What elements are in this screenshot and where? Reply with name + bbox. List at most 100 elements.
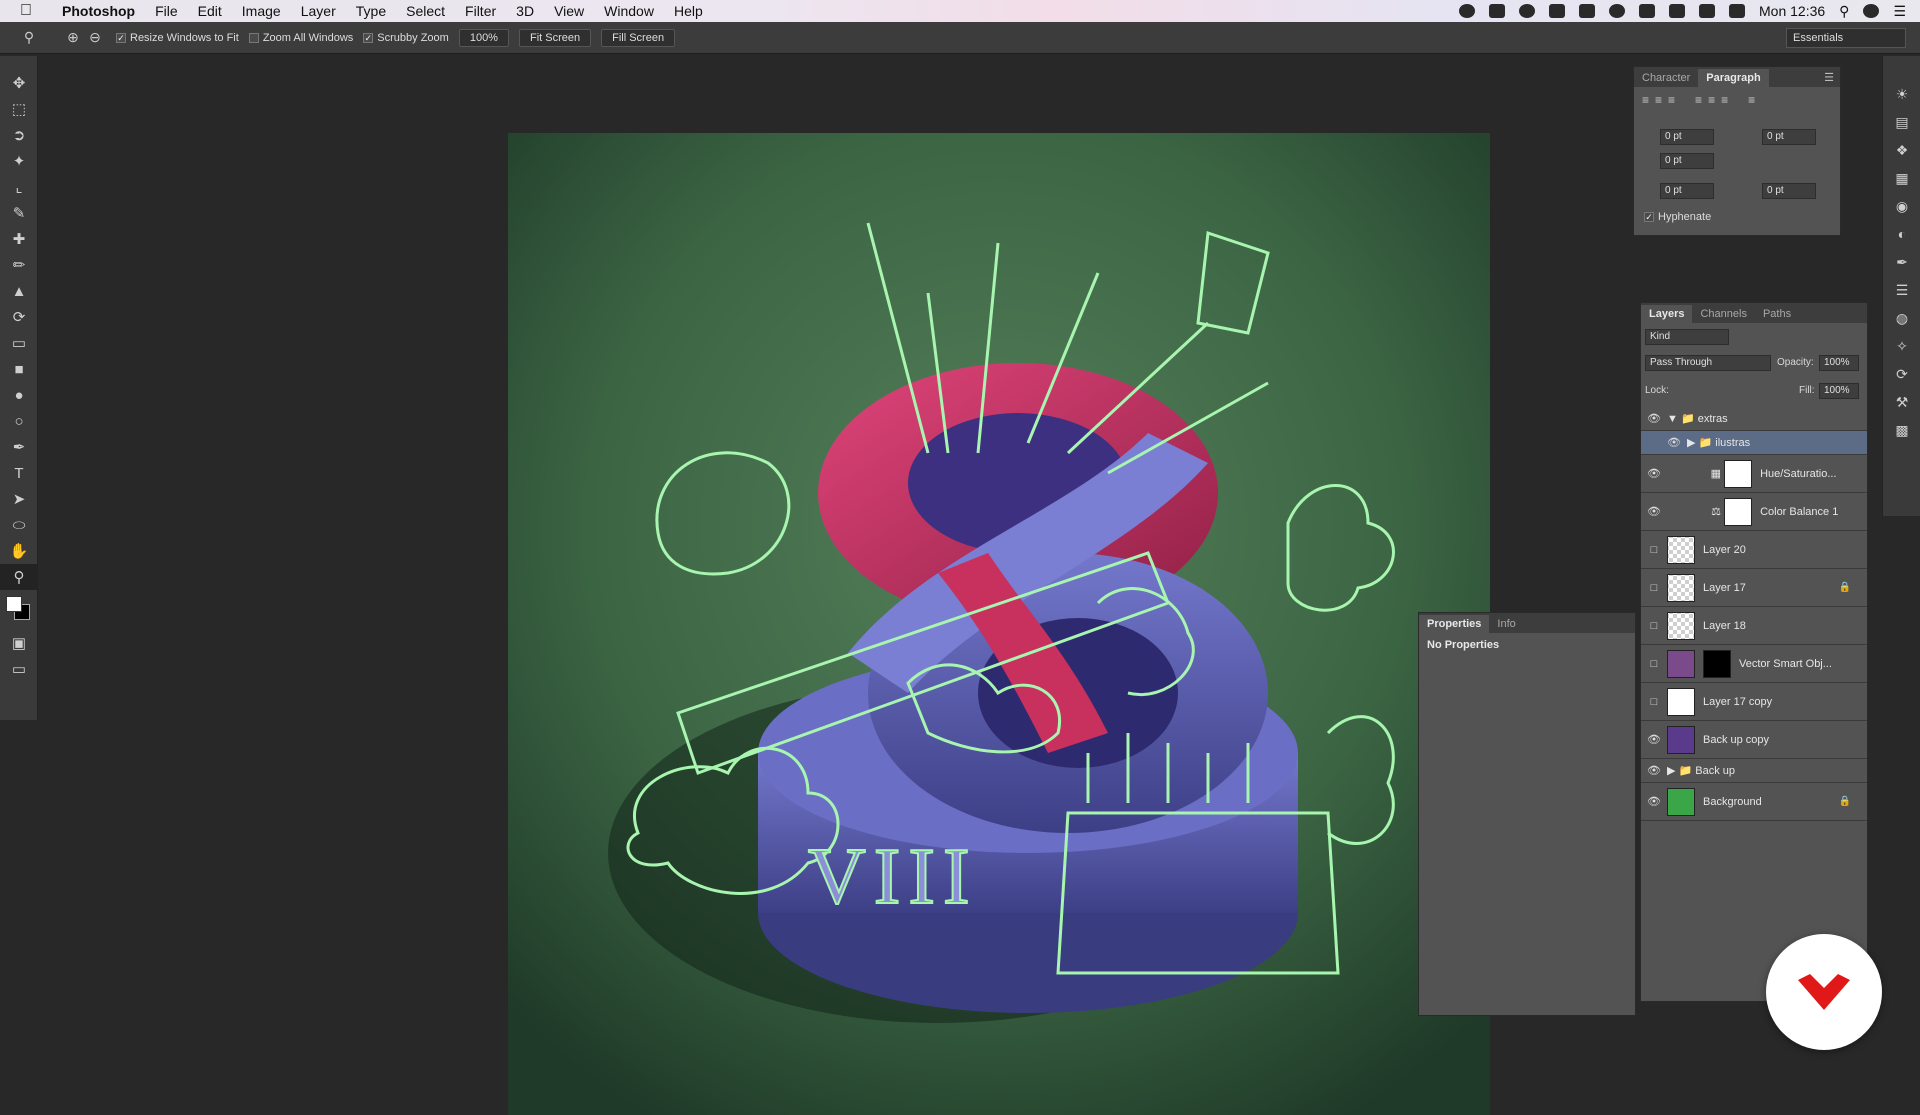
flower-icon[interactable] — [1579, 4, 1595, 18]
eyedropper-icon[interactable]: ✎ — [0, 200, 38, 226]
menu-help[interactable]: Help — [674, 3, 703, 19]
blend-mode-select[interactable]: Pass Through — [1645, 355, 1771, 371]
notification-icon[interactable]: ☰ — [1893, 3, 1906, 20]
screen-mode-icon[interactable]: ▭ — [0, 656, 38, 682]
menu-app-name[interactable]: Photoshop — [62, 3, 135, 19]
eraser-tool-icon[interactable]: ▭ — [0, 330, 38, 356]
workspace-select[interactable]: Essentials — [1786, 28, 1906, 48]
justify-right-icon[interactable]: ≡ — [1721, 93, 1728, 107]
3d-icon[interactable]: ❖ — [1883, 136, 1920, 164]
opacity-field[interactable]: 100% — [1819, 355, 1859, 371]
menu-select[interactable]: Select — [406, 3, 445, 19]
crop-tool-icon[interactable]: ⌞ — [0, 174, 38, 200]
zoom-tool-icon[interactable]: ⚲ — [18, 27, 40, 49]
quick-mask-icon[interactable]: ▣ — [0, 630, 38, 656]
marquee-tool-icon[interactable]: ⬚ — [0, 96, 38, 122]
tab-properties[interactable]: Properties — [1419, 615, 1490, 633]
type-tool-icon[interactable]: T — [0, 460, 38, 486]
panel-menu-icon[interactable]: ☰ — [1818, 68, 1840, 87]
visibility-eye-icon[interactable]: 👁 — [1641, 505, 1667, 518]
artwork-canvas[interactable]: VIII — [508, 133, 1490, 1115]
fill-field[interactable]: 100% — [1819, 383, 1859, 399]
hyphenate-checkbox[interactable]: ✓ Hyphenate — [1644, 211, 1711, 223]
pen-tool-icon[interactable]: ✒ — [0, 434, 38, 460]
record-icon[interactable] — [1459, 4, 1475, 18]
styles-icon[interactable]: ◉ — [1883, 192, 1920, 220]
tab-channels[interactable]: Channels — [1692, 305, 1754, 323]
cc-icon[interactable] — [1519, 4, 1535, 18]
layer-row[interactable]: 👁 ▶ 📁 Back up — [1641, 759, 1867, 783]
justify-left-icon[interactable]: ≡ — [1695, 93, 1702, 107]
resize-windows-checkbox[interactable]: ✓ Resize Windows to Fit — [116, 32, 239, 44]
layer-row[interactable]: □ Vector Smart Obj... — [1641, 645, 1867, 683]
zoom-in-icon[interactable]: ⊕ — [62, 27, 84, 49]
zoom-out-icon[interactable]: ⊖ — [84, 27, 106, 49]
layer-row[interactable]: □ Layer 18 — [1641, 607, 1867, 645]
healing-brush-icon[interactable]: ✚ — [0, 226, 38, 252]
tab-paths[interactable]: Paths — [1755, 305, 1799, 323]
fill-screen-button[interactable]: Fill Screen — [601, 28, 676, 47]
tab-character[interactable]: Character — [1634, 69, 1698, 87]
fit-screen-button[interactable]: Fit Screen — [518, 28, 592, 47]
move-tool-icon[interactable]: ✥ — [0, 70, 38, 96]
brush-tool-icon[interactable]: ✏ — [0, 252, 38, 278]
menu-view[interactable]: View — [554, 3, 584, 19]
dropbox-icon[interactable] — [1489, 4, 1505, 18]
align-right-icon[interactable]: ≡ — [1668, 93, 1675, 107]
layer-row[interactable]: 👁 ▦ Hue/Saturatio... — [1641, 455, 1867, 493]
magic-wand-icon[interactable]: ✦ — [0, 148, 38, 174]
menu-filter[interactable]: Filter — [465, 3, 496, 19]
layer-row[interactable]: □ Layer 17 copy — [1641, 683, 1867, 721]
apple-icon[interactable]:  — [20, 2, 42, 20]
dodge-tool-icon[interactable]: ○ — [0, 408, 38, 434]
zoom-tool-icon[interactable]: ⚲ — [0, 564, 38, 590]
grid-icon[interactable]: ▦ — [1883, 164, 1920, 192]
layer-kind-filter[interactable]: Kind — [1645, 329, 1729, 345]
visibility-eye-icon[interactable]: 👁 — [1641, 795, 1667, 808]
visibility-eye-icon[interactable]: 👁 — [1641, 467, 1667, 480]
layer-row[interactable]: 👁 Back up copy — [1641, 721, 1867, 759]
scrubby-zoom-checkbox[interactable]: ✓ Scrubby Zoom — [363, 32, 449, 44]
paths-icon[interactable]: ✧ — [1883, 332, 1920, 360]
wifi-icon[interactable] — [1669, 4, 1685, 18]
menu-edit[interactable]: Edit — [198, 3, 222, 19]
visibility-box[interactable]: □ — [1641, 658, 1667, 670]
indent-left-field[interactable]: 0 pt — [1660, 129, 1714, 145]
layer-row[interactable]: □ Layer 17 🔒 — [1641, 569, 1867, 607]
menu-type[interactable]: Type — [356, 3, 386, 19]
menu-image[interactable]: Image — [242, 3, 281, 19]
visibility-box[interactable]: □ — [1641, 582, 1667, 594]
visibility-eye-icon[interactable]: 👁 — [1661, 436, 1687, 449]
history-icon[interactable]: ⟳ — [1883, 360, 1920, 388]
path-select-icon[interactable]: ➤ — [0, 486, 38, 512]
visibility-box[interactable]: □ — [1641, 544, 1667, 556]
space-after-field[interactable]: 0 pt — [1762, 183, 1816, 199]
align-center-icon[interactable]: ≡ — [1655, 93, 1662, 107]
layer-row[interactable]: 👁 ⚖ Color Balance 1 — [1641, 493, 1867, 531]
hand-tool-icon[interactable]: ✋ — [0, 538, 38, 564]
tool-presets-icon[interactable]: ⚒ — [1883, 388, 1920, 416]
flag-icon[interactable] — [1729, 4, 1745, 18]
align-left-icon[interactable]: ≡ — [1642, 93, 1649, 107]
menu-file[interactable]: File — [155, 3, 178, 19]
gradient-tool-icon[interactable]: ■ — [0, 356, 38, 382]
visibility-box[interactable]: □ — [1641, 620, 1667, 632]
swatches-icon[interactable]: ▩ — [1883, 416, 1920, 444]
history-brush-icon[interactable]: ⟳ — [0, 304, 38, 330]
indent-right-field[interactable]: 0 pt — [1762, 129, 1816, 145]
siri-icon[interactable] — [1863, 4, 1880, 18]
navigator-icon[interactable]: ◐ — [1883, 220, 1920, 248]
menu-3d[interactable]: 3D — [516, 3, 534, 19]
layer-row[interactable]: 👁 Background 🔒 — [1641, 783, 1867, 821]
lasso-tool-icon[interactable]: ➲ — [0, 122, 38, 148]
layer-row[interactable]: □ Layer 20 — [1641, 531, 1867, 569]
volume-icon[interactable] — [1699, 4, 1715, 18]
visibility-eye-icon[interactable]: 👁 — [1641, 733, 1667, 746]
tab-info[interactable]: Info — [1489, 615, 1523, 633]
menu-window[interactable]: Window — [604, 3, 654, 19]
m-icon[interactable] — [1609, 4, 1625, 18]
indent-first-field[interactable]: 0 pt — [1660, 153, 1714, 169]
layer-row[interactable]: 👁 ▼ 📁 extras — [1641, 407, 1867, 431]
visibility-eye-icon[interactable]: 👁 — [1641, 764, 1667, 777]
bluetooth-icon[interactable] — [1639, 4, 1655, 18]
